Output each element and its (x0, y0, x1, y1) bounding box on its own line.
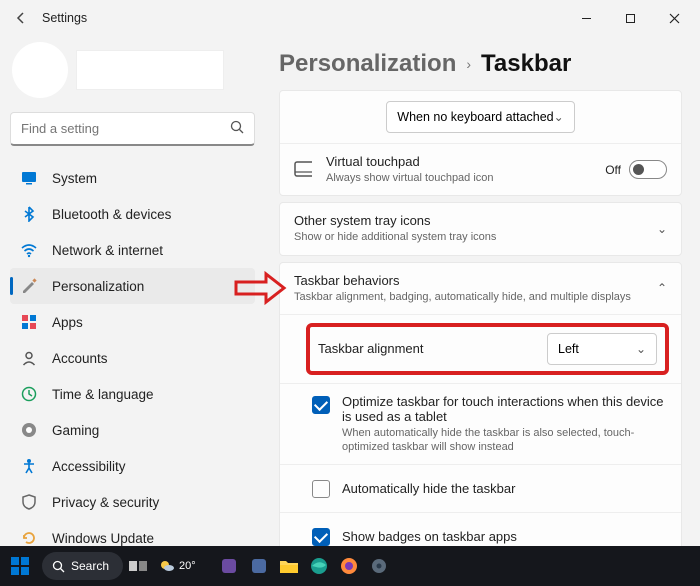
alignment-label: Taskbar alignment (318, 341, 547, 356)
virtual-touchpad-toggle[interactable] (629, 160, 667, 179)
sidebar-item-label: Accessibility (52, 459, 126, 474)
update-icon (20, 529, 38, 546)
sidebar-item-label: Time & language (52, 387, 154, 402)
sidebar-item-personalization[interactable]: Personalization (10, 268, 255, 304)
taskbar-app-icon[interactable] (244, 546, 274, 586)
sidebar-item-apps[interactable]: Apps (10, 304, 255, 340)
window-title: Settings (42, 11, 87, 25)
breadcrumb-current: Taskbar (481, 50, 571, 78)
sidebar-item-label: Gaming (52, 423, 99, 438)
chevron-down-icon: ⌄ (636, 342, 646, 356)
keyboard-dropdown[interactable]: When no keyboard attached ⌄ (386, 101, 574, 133)
shield-icon (20, 493, 38, 511)
main-panel: Personalization › Taskbar When no keyboa… (265, 36, 700, 546)
toggle-label: Off (605, 163, 621, 177)
weather-widget[interactable]: 20° (159, 558, 196, 574)
sidebar-item-accounts[interactable]: Accounts (10, 340, 255, 376)
row-subtitle: Taskbar alignment, badging, automaticall… (294, 290, 657, 304)
badges-checkbox[interactable] (312, 528, 330, 546)
sidebar-item-label: Accounts (52, 351, 108, 366)
checkbox-label: Optimize taskbar for touch interactions … (342, 394, 667, 424)
sidebar-item-label: Personalization (52, 279, 144, 294)
sidebar-item-accessibility[interactable]: Accessibility (10, 448, 255, 484)
sidebar-item-label: Bluetooth & devices (52, 207, 171, 222)
maximize-button[interactable] (608, 3, 652, 33)
paint-icon (20, 277, 38, 295)
sidebar-item-bluetooth[interactable]: Bluetooth & devices (10, 196, 255, 232)
row-title: Other system tray icons (294, 213, 657, 228)
sidebar-item-label: Apps (52, 315, 83, 330)
profile-header[interactable] (12, 42, 255, 98)
taskbar-app-icon[interactable] (214, 546, 244, 586)
gaming-icon (20, 421, 38, 439)
profile-name (76, 50, 224, 90)
apps-icon (20, 313, 38, 331)
search-input[interactable] (21, 121, 230, 136)
dropdown-value: When no keyboard attached (397, 110, 553, 124)
bluetooth-icon (20, 205, 38, 223)
sidebar-item-network[interactable]: Network & internet (10, 232, 255, 268)
sidebar-item-label: Privacy & security (52, 495, 159, 510)
sidebar-item-system[interactable]: System (10, 160, 255, 196)
account-icon (20, 349, 38, 367)
checkbox-sublabel: When automatically hide the taskbar is a… (342, 426, 667, 455)
search-label: Search (71, 559, 109, 573)
row-subtitle: Show or hide additional system tray icon… (294, 230, 657, 244)
system-icon (20, 169, 38, 187)
arrow-left-icon (14, 11, 28, 25)
sidebar-item-update[interactable]: Windows Update (10, 520, 255, 546)
sidebar-item-time[interactable]: Time & language (10, 376, 255, 412)
minimize-button[interactable] (564, 3, 608, 33)
search-icon (230, 120, 244, 137)
row-title: Virtual touchpad (326, 154, 605, 169)
chevron-down-icon: ⌄ (554, 110, 564, 124)
chevron-down-icon: ⌄ (657, 222, 667, 236)
titlebar: Settings (0, 0, 700, 36)
weather-icon (159, 558, 175, 574)
alignment-dropdown[interactable]: Left ⌄ (547, 333, 657, 365)
row-subtitle: Always show virtual touchpad icon (326, 171, 605, 185)
sidebar-item-gaming[interactable]: Gaming (10, 412, 255, 448)
sidebar-item-label: Network & internet (52, 243, 163, 258)
settings-icon[interactable] (364, 546, 394, 586)
edge-icon[interactable] (304, 546, 334, 586)
search-icon (52, 560, 65, 573)
file-explorer-icon[interactable] (274, 546, 304, 586)
back-button[interactable] (4, 1, 38, 35)
touchpad-icon (294, 161, 312, 179)
sidebar-item-label: System (52, 171, 97, 186)
sidebar-item-privacy[interactable]: Privacy & security (10, 484, 255, 520)
sidebar: System Bluetooth & devices Network & int… (0, 36, 265, 546)
search-input-wrap[interactable] (10, 112, 255, 146)
highlight-annotation: Taskbar alignment Left ⌄ (308, 325, 667, 373)
chevron-right-icon: › (466, 56, 471, 72)
temperature: 20° (179, 560, 196, 572)
avatar (12, 42, 68, 98)
sidebar-item-label: Windows Update (52, 531, 154, 546)
firefox-icon[interactable] (334, 546, 364, 586)
dropdown-value: Left (558, 342, 579, 356)
close-button[interactable] (652, 3, 696, 33)
chevron-up-icon: ⌃ (657, 281, 667, 295)
start-button[interactable] (0, 546, 40, 586)
taskbar-behaviors-expander[interactable]: Taskbar behaviors Taskbar alignment, bad… (280, 263, 681, 314)
checkbox-label: Show badges on taskbar apps (342, 529, 517, 544)
row-title: Taskbar behaviors (294, 273, 657, 288)
touch-optimize-checkbox[interactable] (312, 396, 330, 414)
os-taskbar: Search 20° (0, 546, 700, 586)
taskbar-search[interactable]: Search (42, 552, 123, 580)
checkbox-label: Automatically hide the taskbar (342, 481, 515, 496)
tray-icons-expander[interactable]: Other system tray icons Show or hide add… (280, 203, 681, 254)
breadcrumb-parent[interactable]: Personalization (279, 50, 456, 78)
autohide-checkbox[interactable] (312, 480, 330, 498)
task-view-button[interactable] (123, 546, 153, 586)
clock-icon (20, 385, 38, 403)
breadcrumb: Personalization › Taskbar (279, 50, 682, 78)
accessibility-icon (20, 457, 38, 475)
wifi-icon (20, 241, 38, 259)
